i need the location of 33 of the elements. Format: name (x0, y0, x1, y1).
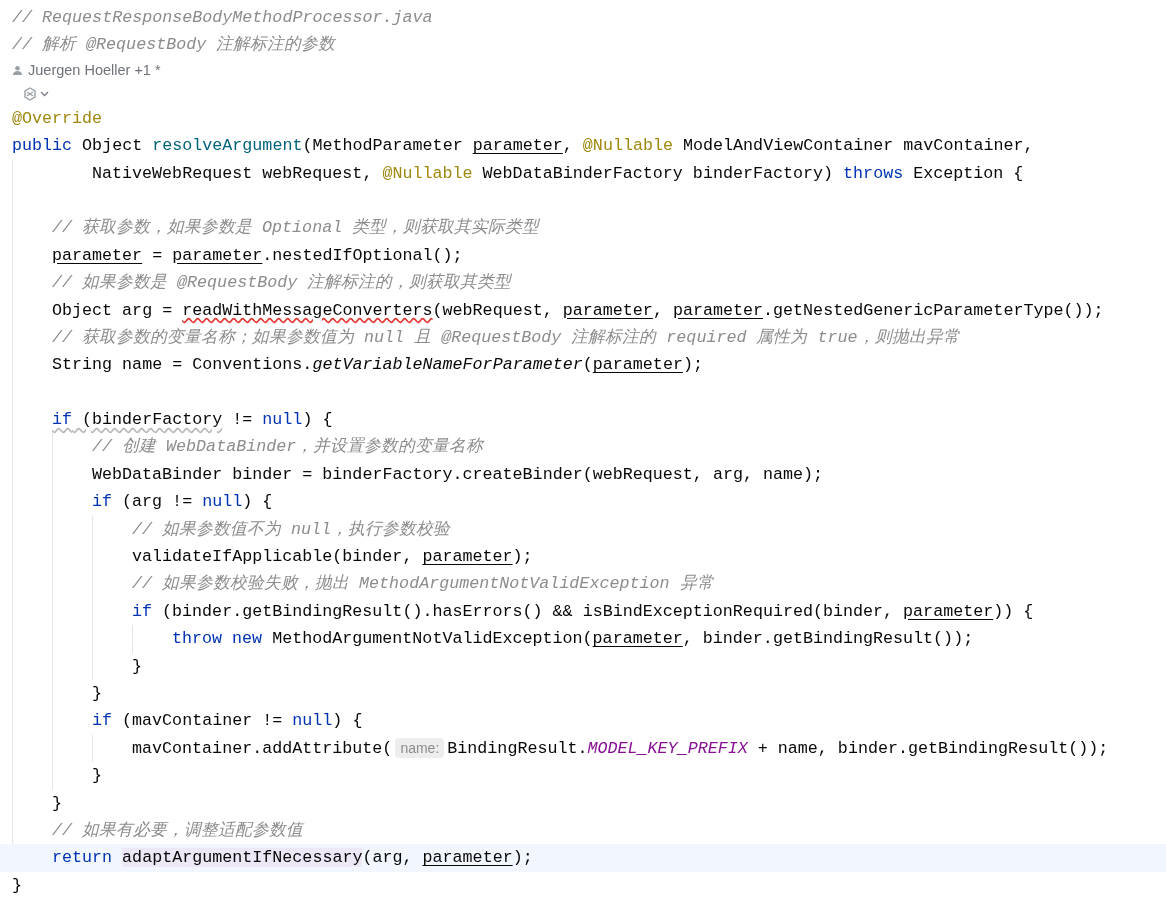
code-comment: // 如果有必要，调整适配参数值 (52, 820, 304, 840)
code-comment: // 创建 WebDataBinder，并设置参数的变量名称 (92, 437, 484, 457)
code-line: WebDataBinder binder = binderFactory.createBinder(webRequest, arg, name); (92, 463, 825, 486)
author-label[interactable]: Juergen Hoeller +1 * (28, 57, 161, 85)
code-comment: // 获取参数的变量名称；如果参数值为 null 且 @RequestBody 注解标注的 required 属性为 true，则抛出异常 (52, 327, 960, 347)
chevron-down-icon[interactable] (40, 90, 49, 97)
code-line: validateIfApplicable(binder, parameter); (132, 546, 534, 569)
person-icon (12, 65, 23, 77)
code-line: } (132, 655, 143, 678)
code-line: public Object resolveArgument(MethodParameter parameter, @Nullable ModelAndViewContainer mavContainer, (12, 135, 1035, 158)
code-line: parameter = parameter.nestedIfOptional(); (52, 244, 464, 267)
code-line: @Override (12, 107, 104, 130)
parameter-hint: name: (395, 738, 445, 759)
code-comment: // 解析 @RequestBody 注解标注的参数 (12, 35, 336, 55)
code-line: } (92, 683, 103, 705)
code-comment: // 获取参数，如果参数是 Optional 类型，则获取其实际类型 (52, 218, 540, 238)
code-line: } (92, 765, 103, 788)
code-line: if (binderFactory != null) { (52, 409, 334, 432)
code-line: if (arg != null) { (92, 491, 274, 514)
code-text: mavContainer.addAttribute( (132, 737, 393, 760)
code-text: BindingResult.MODEL_KEY_PREFIX + name, binder.getBindingResult()); (447, 737, 1109, 760)
code-line: if (binder.getBindingResult().hasErrors() && isBindExceptionRequired(binder, parameter)) { (132, 600, 1035, 623)
code-line: String name = Conventions.getVariableNameForParameter(parameter); (52, 354, 704, 377)
code-comment: // RequestResponseBodyMethodProcessor.java (12, 8, 433, 27)
code-line: if (mavContainer != null) { (92, 710, 364, 733)
code-line: } (12, 874, 23, 897)
code-comment: // 如果参数校验失败，抛出 MethodArgumentNotValidException 异常 (132, 574, 714, 594)
code-line: } (52, 792, 63, 815)
code-comment: // 如果参数值不为 null，执行参数校验 (132, 519, 451, 539)
code-comment: // 如果参数是 @RequestBody 注解标注的，则获取其类型 (52, 273, 512, 293)
code-line: throw new MethodArgumentNotValidException(parameter, binder.getBindingResult()); (172, 628, 975, 651)
code-line: NativeWebRequest webRequest, @Nullable WebDataBinderFactory binderFactory) throws Exception { (91, 162, 1025, 185)
code-line: Object arg = readWithMessageConverters(webRequest, parameter, parameter.getNestedGenericParameterType()); (52, 299, 1105, 322)
